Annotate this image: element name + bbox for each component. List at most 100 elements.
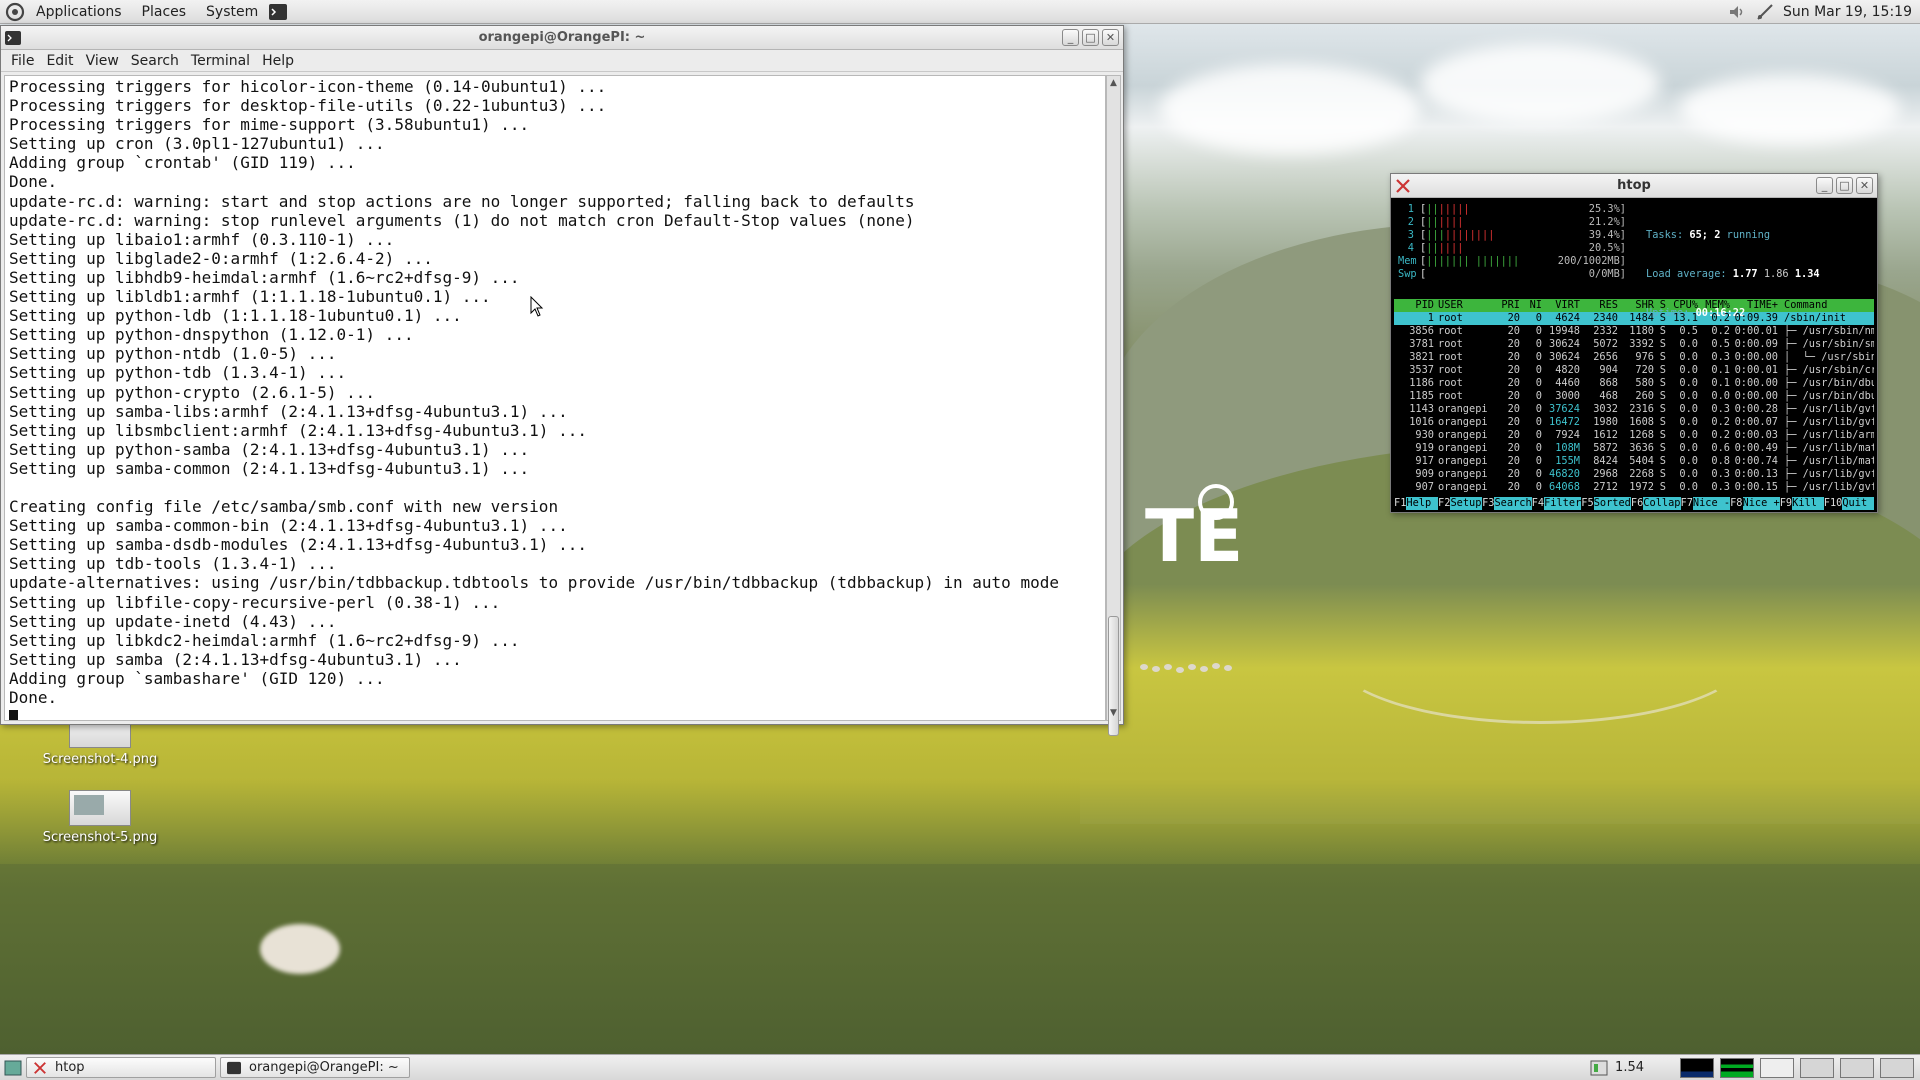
process-res: 1612 xyxy=(1593,429,1618,441)
workspace-3[interactable] xyxy=(1840,1057,1874,1078)
process-pid: 930 xyxy=(1415,429,1434,441)
memory-graph[interactable] xyxy=(1720,1057,1754,1078)
terminal-titlebar[interactable]: orangepi@OrangePI: ~ _ □ ✕ xyxy=(1,26,1123,50)
process-ni: 0 xyxy=(1535,351,1542,363)
fkey-label[interactable]: Setup xyxy=(1450,497,1483,510)
fkey-label[interactable]: Nice - xyxy=(1692,497,1731,510)
process-row[interactable]: 3821 root 20 0 30624 2656 976 S 0.0 0.3 0:00.00 │ └… xyxy=(1394,351,1874,364)
process-row[interactable]: 917 orangepi 20 0 155M 8424 5404 S 0.0 0.8 0:00.74… xyxy=(1394,455,1874,468)
menu-help[interactable]: Help xyxy=(256,53,300,69)
fkey-f10[interactable]: F10 xyxy=(1823,497,1843,510)
process-shr: 5404 xyxy=(1629,455,1654,467)
close-button[interactable]: ✕ xyxy=(1102,29,1119,46)
load-indicator[interactable]: 1.54 xyxy=(1615,1060,1644,1075)
htop-titlebar[interactable]: htop _ □ ✕ xyxy=(1391,174,1877,198)
process-row[interactable]: 907 orangepi 20 0 64068 2712 1972 S 0.0 0.3 0:00.1… xyxy=(1394,481,1874,494)
column-header-s[interactable]: S xyxy=(1654,299,1666,312)
column-header-res[interactable]: RES xyxy=(1580,299,1618,312)
terminal-icon[interactable] xyxy=(5,30,21,46)
process-res: 5872 xyxy=(1593,442,1618,454)
minimize-button[interactable]: _ xyxy=(1816,177,1833,194)
process-row[interactable]: 1 root 20 0 4624 2340 1484 S 13.1 0.2 0:09.39/sbin… xyxy=(1394,312,1874,325)
cpu-graph[interactable] xyxy=(1680,1057,1714,1078)
fkey-f5[interactable]: F5 xyxy=(1581,497,1594,510)
menu-view[interactable]: View xyxy=(80,53,125,69)
column-header-ni[interactable]: NI xyxy=(1520,299,1542,312)
menu-edit[interactable]: Edit xyxy=(40,53,79,69)
desktop-icon-screenshot-5[interactable]: Screenshot-5.png xyxy=(35,790,165,845)
workspace-1[interactable] xyxy=(1760,1057,1794,1078)
process-row[interactable]: 930 orangepi 20 0 7924 1612 1268 S 0.0 0.2 0:00.03… xyxy=(1394,429,1874,442)
maximize-button[interactable]: □ xyxy=(1082,29,1099,46)
fkey-f7[interactable]: F7 xyxy=(1680,497,1693,510)
minimize-button[interactable]: _ xyxy=(1062,29,1079,46)
process-ni: 0 xyxy=(1535,481,1542,493)
debian-swirl-icon[interactable] xyxy=(4,1,26,23)
process-row[interactable]: 1185 root 20 0 3000 468 260 S 0.0 0.0 0:00.00 ├─ /u… xyxy=(1394,390,1874,403)
fkey-f4[interactable]: F4 xyxy=(1531,497,1545,510)
htop-content[interactable]: 1 [||||||| 25.3%] 2 [|||||| 21.2%] 3 [|||||||||… xyxy=(1394,199,1874,510)
maximize-button[interactable]: □ xyxy=(1836,177,1853,194)
column-header-virt[interactable]: VIRT xyxy=(1542,299,1580,312)
fkey-label[interactable]: Search xyxy=(1494,497,1532,510)
column-header-time[interactable]: TIME+ xyxy=(1730,299,1778,312)
fkey-label[interactable]: Help xyxy=(1406,497,1439,510)
show-desktop-icon[interactable] xyxy=(4,1059,22,1077)
column-header-mem[interactable]: MEM% xyxy=(1698,299,1730,312)
workspace-2[interactable] xyxy=(1800,1057,1834,1078)
applications-menu[interactable]: Applications xyxy=(26,0,132,24)
column-header-command[interactable]: Command xyxy=(1778,299,1874,312)
fkey-f1[interactable]: F1 xyxy=(1394,497,1407,510)
process-row[interactable]: 1016 orangepi 20 0 16472 1980 1608 S 0.0 0.2 0:00.… xyxy=(1394,416,1874,429)
menu-file[interactable]: File xyxy=(5,53,40,69)
scroll-down-arrow-icon[interactable]: ▼ xyxy=(1107,706,1120,720)
process-row[interactable]: 3537 root 20 0 4820 904 720 S 0.0 0.1 0:00.01 ├─ /u… xyxy=(1394,364,1874,377)
taskbar-item-terminal[interactable]: orangepi@OrangePI: ~ xyxy=(220,1057,410,1078)
process-cmd: ├─ /usr/lib/gvfs/ xyxy=(1784,468,1874,480)
fkey-label[interactable]: Quit xyxy=(1842,497,1874,510)
column-header-cpu[interactable]: CPU% xyxy=(1666,299,1698,312)
column-header-pid[interactable]: PID xyxy=(1394,299,1438,312)
process-row[interactable]: 3856 root 20 0 19948 2332 1180 S 0.5 0.2 0:00.01 ├─… xyxy=(1394,325,1874,338)
process-virt: 7924 xyxy=(1555,429,1580,441)
terminal-launcher-icon[interactable] xyxy=(268,2,288,22)
close-button[interactable]: ✕ xyxy=(1856,177,1873,194)
terminal-output[interactable]: Processing triggers for hicolor-icon-the… xyxy=(4,75,1106,721)
htop-icon[interactable] xyxy=(1395,178,1411,194)
fkey-f2[interactable]: F2 xyxy=(1438,497,1451,510)
taskbar-item-htop[interactable]: htop xyxy=(26,1057,216,1078)
process-shr: 1268 xyxy=(1629,429,1654,441)
fkey-f9[interactable]: F9 xyxy=(1779,497,1793,510)
process-row[interactable]: 1143 orangepi 20 0 37624 3032 2316 S 0.0 0.3 0:00.… xyxy=(1394,403,1874,416)
scroll-up-arrow-icon[interactable]: ▲ xyxy=(1107,76,1120,90)
fkey-f6[interactable]: F6 xyxy=(1630,497,1644,510)
terminal-line: Setting up python-ntdb (1.0-5) ... xyxy=(9,344,337,364)
fkey-label[interactable]: Filter xyxy=(1544,497,1582,510)
network-icon[interactable] xyxy=(1755,2,1775,22)
clock[interactable]: Sun Mar 19, 15:19 xyxy=(1783,4,1912,20)
terminal-scrollbar[interactable]: ▲ ▼ xyxy=(1106,75,1121,736)
fkey-label[interactable]: Sorted xyxy=(1593,497,1631,510)
fkey-label[interactable]: Collap xyxy=(1643,497,1681,510)
process-row[interactable]: 919 orangepi 20 0 108M 5872 3636 S 0.0 0.6 0:00.49… xyxy=(1394,442,1874,455)
column-header-shr[interactable]: SHR xyxy=(1618,299,1654,312)
workspace-4[interactable] xyxy=(1880,1057,1914,1078)
system-monitor-icon[interactable] xyxy=(1589,1059,1609,1077)
process-row[interactable]: 1186 root 20 0 4460 868 580 S 0.0 0.1 0:00.00 ├─ /u… xyxy=(1394,377,1874,390)
volume-icon[interactable] xyxy=(1727,2,1747,22)
system-menu[interactable]: System xyxy=(196,0,268,24)
fkey-f8[interactable]: F8 xyxy=(1730,497,1743,510)
places-menu[interactable]: Places xyxy=(132,0,197,24)
process-row[interactable]: 909 orangepi 20 0 46820 2968 2268 S 0.0 0.3 0:00.1… xyxy=(1394,468,1874,481)
process-row[interactable]: 3781 root 20 0 30624 5072 3392 S 0.0 0.5 0:00.09 ├─… xyxy=(1394,338,1874,351)
column-header-pri[interactable]: PRI xyxy=(1492,299,1520,312)
menu-search[interactable]: Search xyxy=(125,53,185,69)
fkey-label[interactable]: Kill xyxy=(1792,497,1824,510)
process-table-header[interactable]: PID USER PRI NI VIRT RES SHR S CPU% MEM% TIME+ Comm… xyxy=(1394,299,1874,312)
swp-label: Swp xyxy=(1398,268,1417,280)
fkey-label[interactable]: Nice + xyxy=(1742,497,1780,510)
terminal-line: Setting up python-ldb (1:1.1.18-1ubuntu0… xyxy=(9,306,462,326)
fkey-f3[interactable]: F3 xyxy=(1482,497,1495,510)
column-header-user[interactable]: USER xyxy=(1438,299,1492,312)
menu-terminal[interactable]: Terminal xyxy=(185,53,256,69)
